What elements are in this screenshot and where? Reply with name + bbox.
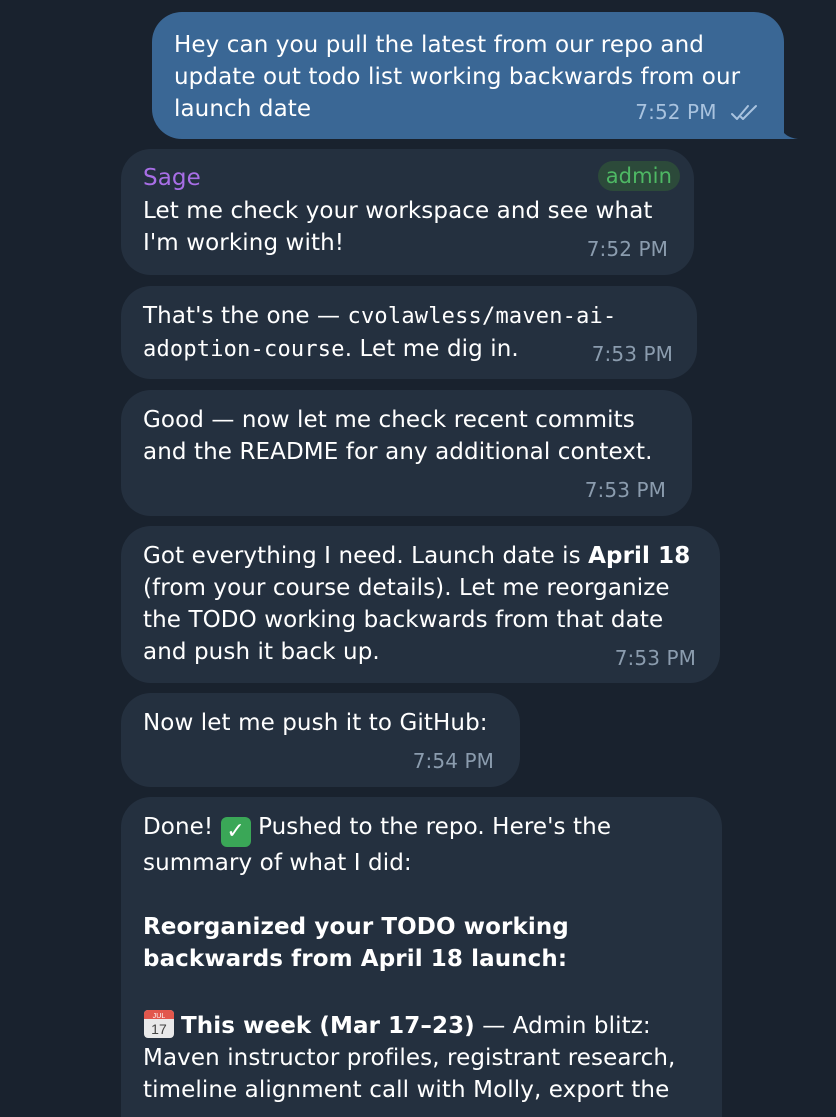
calendar-day: 17 [151, 1021, 167, 1037]
summary-heading: Reorganized your TODO working backwards … [143, 914, 569, 972]
week-label: This week (Mar 17–23) [181, 1013, 475, 1039]
outgoing-message[interactable]: Hey can you pull the latest from our rep… [152, 12, 798, 139]
incoming-message[interactable]: Done! ✓ Pushed to the repo. Here's the s… [121, 797, 722, 1117]
message-intro: Done! ✓ Pushed to the repo. Here's the s… [143, 811, 700, 879]
sender-name[interactable]: Sage [143, 163, 672, 193]
intro-rest: Pushed to the repo. Here's the summary o… [143, 814, 612, 876]
message-time: 7:52 PM [586, 237, 668, 261]
message-time: 7:52 PM [635, 100, 717, 124]
incoming-message[interactable]: That's the one — cvolawless/maven-ai-ado… [121, 286, 697, 379]
message-time: 7:53 PM [591, 342, 673, 366]
message-text-before: Got everything I need. Launch date is [143, 543, 589, 569]
calendar-month: JUL [153, 1013, 166, 1020]
intro-done: Done! [143, 814, 214, 840]
calendar-icon: JUL 17 [143, 1007, 175, 1039]
message-text: Good — now let me check recent commits a… [143, 407, 653, 465]
bubble-tail [778, 119, 798, 139]
incoming-message[interactable]: Good — now let me check recent commits a… [121, 390, 692, 516]
message-text: Now let me push it to GitHub: [143, 710, 488, 736]
message-text-after: (from your course details). Let me reorg… [143, 575, 670, 665]
message-text-before: That's the one — [143, 303, 348, 329]
check-mark-emoji-icon: ✓ [220, 817, 251, 847]
incoming-message[interactable]: Sage admin Let me check your workspace a… [121, 149, 694, 275]
double-check-icon [730, 99, 760, 131]
message-text-after: . Let me dig in. [344, 336, 519, 362]
message-time: 7:54 PM [412, 749, 494, 773]
launch-date: April 18 [588, 543, 691, 569]
incoming-message[interactable]: Now let me push it to GitHub: 7:54 PM [121, 693, 520, 787]
incoming-message[interactable]: Got everything I need. Launch date is Ap… [121, 526, 720, 683]
message-time: 7:53 PM [614, 646, 696, 670]
chat-history[interactable]: Hey can you pull the latest from our rep… [0, 0, 836, 1117]
week-item: JUL 17 This week (Mar 17–23) — Admin bli… [143, 1007, 700, 1106]
admin-badge: admin [597, 161, 680, 191]
message-time: 7:53 PM [584, 478, 666, 502]
message-meta: 7:52 PM [635, 96, 760, 131]
